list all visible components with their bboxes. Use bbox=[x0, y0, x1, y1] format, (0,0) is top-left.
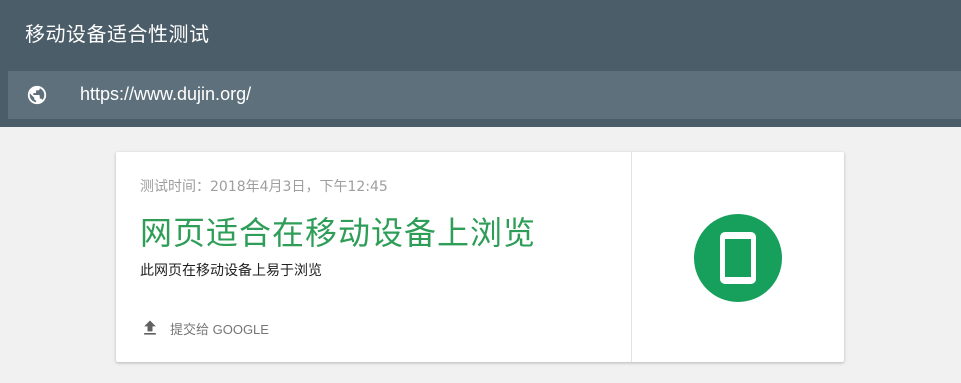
app-title: 移动设备适合性测试 bbox=[25, 22, 210, 46]
submit-to-google-button[interactable]: 提交给 GOOGLE bbox=[140, 316, 269, 340]
result-description: 此网页在移动设备上易于浏览 bbox=[140, 263, 322, 279]
app-header: 移动设备适合性测试 https://www.dujin.org/ bbox=[0, 0, 961, 127]
globe-icon bbox=[27, 85, 47, 105]
result-title: 网页适合在移动设备上浏览 bbox=[140, 214, 537, 252]
submit-label: 提交给 GOOGLE bbox=[170, 321, 269, 337]
url-bar[interactable]: https://www.dujin.org/ bbox=[8, 71, 961, 119]
mobile-phone-icon bbox=[720, 232, 756, 284]
test-timestamp: 测试时间：2018年4月3日，下午12:45 bbox=[140, 179, 388, 195]
url-text[interactable]: https://www.dujin.org/ bbox=[80, 84, 251, 105]
mobile-friendly-badge bbox=[694, 214, 782, 302]
upload-icon bbox=[144, 320, 156, 335]
result-card: 测试时间：2018年4月3日，下午12:45 网页适合在移动设备上浏览 此网页在… bbox=[116, 152, 844, 362]
card-divider bbox=[631, 152, 632, 362]
